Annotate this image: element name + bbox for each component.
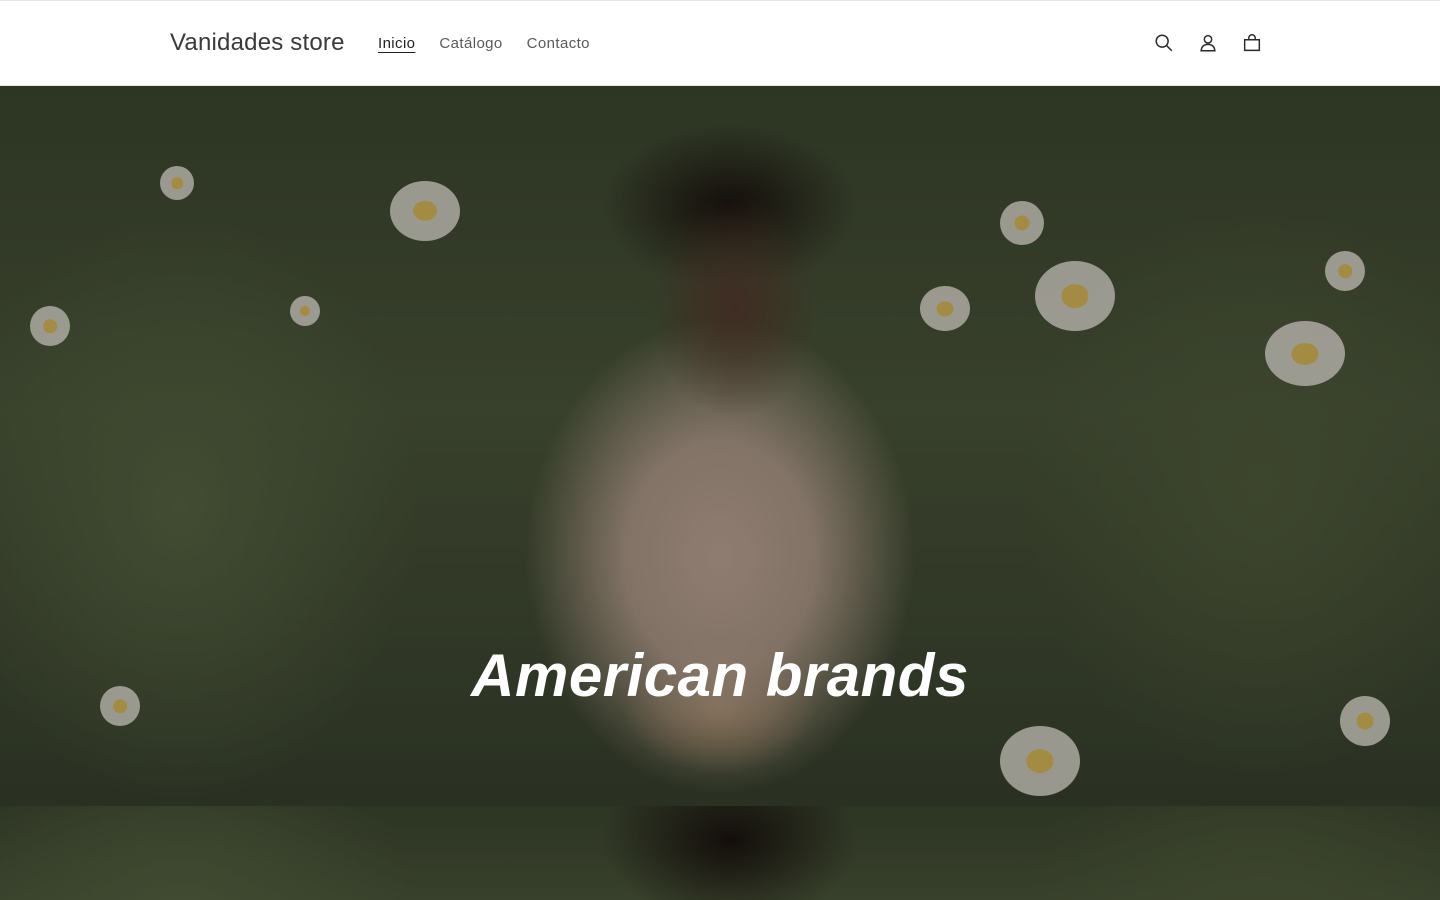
nav-item-catalogo[interactable]: Catálogo	[427, 33, 514, 55]
header-icons	[1142, 21, 1274, 65]
nav-item-inicio[interactable]: Inicio	[366, 33, 427, 55]
flower-decoration	[160, 166, 194, 200]
flower-decoration	[1000, 726, 1080, 796]
account-button[interactable]	[1186, 21, 1230, 65]
account-icon	[1200, 34, 1216, 52]
main-nav: Inicio Catálogo Contacto	[366, 33, 602, 55]
site-header: Vanidades store Inicio Catálogo Contacto	[0, 0, 1440, 86]
flower-decoration	[290, 296, 320, 326]
store-logo[interactable]: Vanidades store	[170, 29, 345, 57]
flower-decoration	[1325, 251, 1365, 291]
hero-banner-next	[0, 806, 1440, 900]
flower-decoration	[390, 181, 460, 241]
hero-title: American brands	[471, 642, 969, 709]
search-icon	[1155, 34, 1173, 52]
search-button[interactable]	[1142, 21, 1186, 65]
flower-decoration	[1265, 321, 1345, 386]
flower-decoration	[30, 306, 70, 346]
cart-icon	[1243, 34, 1261, 52]
nav-item-contacto[interactable]: Contacto	[515, 33, 602, 55]
flower-decoration	[1000, 201, 1044, 245]
cart-button[interactable]	[1230, 21, 1274, 65]
flower-decoration	[1035, 261, 1115, 331]
flower-decoration	[920, 286, 970, 331]
hero-banner: American brands	[0, 86, 1440, 806]
